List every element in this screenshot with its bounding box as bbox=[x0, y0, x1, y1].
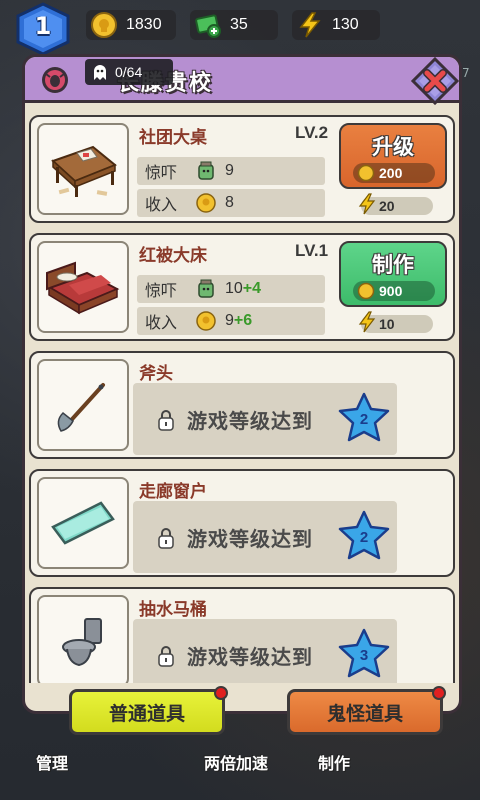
energy-cost: 20 bbox=[358, 193, 433, 215]
lightning-icon bbox=[358, 193, 376, 215]
upgrade-cost: 200 bbox=[379, 165, 403, 181]
locked-requirement: 游戏等级达到 2 bbox=[133, 501, 397, 573]
income-value: 8 bbox=[225, 194, 234, 211]
star-level-icon: 2 bbox=[338, 392, 390, 442]
energy-cost-value: 20 bbox=[379, 198, 395, 214]
income-plus: +6 bbox=[233, 312, 253, 329]
item-name: 抽水马桶 bbox=[139, 600, 207, 620]
ghost-counter: 0/64 bbox=[85, 59, 173, 85]
coin-icon bbox=[91, 12, 117, 38]
energy-cost: 10 bbox=[358, 311, 433, 333]
required-level: 2 bbox=[360, 529, 368, 546]
item-name: 社团大桌 bbox=[139, 128, 207, 148]
notification-dot bbox=[214, 686, 228, 700]
upgrade-label: 升级 bbox=[372, 135, 414, 159]
lock-icon bbox=[158, 646, 174, 667]
make-cost: 900 bbox=[379, 283, 403, 299]
cost-pill: 900 bbox=[353, 281, 435, 301]
list-item: 抽水马桶 游戏等级达到 3 bbox=[29, 587, 455, 683]
item-thumbnail bbox=[37, 123, 129, 215]
nav-craft[interactable]: 制作 bbox=[318, 750, 350, 774]
window-icon bbox=[51, 501, 115, 545]
income-value: 9 bbox=[225, 312, 234, 329]
cash-plus-icon bbox=[195, 14, 221, 38]
fright-stat: 惊吓 10 +4 bbox=[137, 275, 325, 303]
item-thumbnail bbox=[37, 359, 129, 451]
item-name: 斧头 bbox=[139, 364, 173, 384]
item-name: 走廊窗户 bbox=[139, 482, 207, 502]
item-level: LV.1 bbox=[295, 241, 329, 260]
star-level-icon: 3 bbox=[338, 628, 390, 678]
star-level-icon: 2 bbox=[338, 510, 390, 560]
coin-value: 1830 bbox=[126, 16, 162, 33]
item-thumbnail bbox=[37, 241, 129, 333]
fright-jar-icon bbox=[198, 161, 214, 180]
upgrade-button[interactable]: 升级 200 bbox=[339, 123, 447, 189]
fright-plus: +4 bbox=[242, 280, 262, 297]
fright-stat: 惊吓 9 bbox=[137, 157, 325, 185]
locked-text: 游戏等级达到 bbox=[187, 645, 313, 669]
coin-icon bbox=[357, 282, 375, 300]
make-button[interactable]: 制作 900 bbox=[339, 241, 447, 307]
income-stat: 收入 9 +6 bbox=[137, 307, 325, 335]
axe-icon bbox=[57, 383, 105, 432]
energy-counter[interactable]: 130 bbox=[292, 10, 380, 40]
notification-dot bbox=[432, 686, 446, 700]
required-level: 2 bbox=[360, 411, 368, 428]
lock-icon bbox=[158, 528, 174, 549]
list-item: 走廊窗户 游戏等级达到 2 bbox=[29, 469, 455, 577]
fright-jar-icon bbox=[198, 279, 214, 298]
fright-label: 惊吓 bbox=[145, 163, 178, 182]
income-label: 收入 bbox=[145, 313, 178, 332]
coin-icon bbox=[357, 164, 375, 182]
item-list[interactable]: 社团大桌 LV.2 惊吓 9 收入 8 升级 200 20 红被大床 LV.1 … bbox=[29, 113, 455, 683]
desk-icon bbox=[51, 145, 117, 197]
fright-value: 9 bbox=[225, 162, 234, 179]
close-icon bbox=[423, 69, 447, 93]
item-level: LV.2 bbox=[295, 123, 329, 142]
locked-requirement: 游戏等级达到 2 bbox=[133, 383, 397, 455]
locked-requirement: 游戏等级达到 3 bbox=[133, 619, 397, 683]
energy-value: 130 bbox=[332, 16, 359, 33]
energy-cost-value: 10 bbox=[379, 316, 395, 332]
item-thumbnail bbox=[37, 477, 129, 569]
locked-text: 游戏等级达到 bbox=[187, 527, 313, 551]
ghost-icon bbox=[94, 65, 106, 80]
player-level-number: 1 bbox=[34, 12, 52, 40]
lightning-icon bbox=[299, 12, 321, 38]
player-level-badge[interactable]: 1 bbox=[12, 2, 74, 58]
ghost-count-value: 0/64 bbox=[115, 64, 143, 80]
list-item: 红被大床 LV.1 惊吓 10 +4 收入 9 +6 制作 900 10 bbox=[29, 233, 455, 341]
nav-manage[interactable]: 管理 bbox=[36, 750, 68, 774]
make-label: 制作 bbox=[372, 253, 414, 277]
item-name: 红被大床 bbox=[139, 246, 207, 266]
cash-counter[interactable]: 35 bbox=[190, 10, 278, 40]
bed-icon bbox=[46, 261, 120, 315]
item-thumbnail bbox=[37, 595, 129, 683]
coin-icon bbox=[196, 193, 216, 213]
lightning-icon bbox=[358, 311, 376, 333]
cost-pill: 200 bbox=[353, 163, 435, 183]
close-button[interactable] bbox=[411, 57, 459, 105]
locked-text: 游戏等级达到 bbox=[187, 409, 313, 433]
bug-icon bbox=[42, 67, 68, 93]
toilet-icon bbox=[62, 618, 102, 667]
nav-double-speed[interactable]: 两倍加速 bbox=[204, 750, 268, 774]
required-level: 3 bbox=[360, 647, 368, 664]
side-counter: 7 bbox=[462, 66, 470, 80]
fright-value: 10 bbox=[225, 280, 243, 297]
list-item: 斧头 游戏等级达到 2 bbox=[29, 351, 455, 459]
income-label: 收入 bbox=[145, 195, 178, 214]
list-item: 社团大桌 LV.2 惊吓 9 收入 8 升级 200 20 bbox=[29, 115, 455, 223]
cash-value: 35 bbox=[230, 16, 248, 33]
fright-label: 惊吓 bbox=[145, 281, 178, 300]
item-shop-panel: 长滕贵校 0/64 bbox=[22, 54, 462, 735]
income-stat: 收入 8 bbox=[137, 189, 325, 217]
resource-bar: 1 1830 35 130 bbox=[0, 0, 480, 56]
lock-icon bbox=[158, 410, 174, 431]
coin-icon bbox=[196, 311, 216, 331]
coin-counter[interactable]: 1830 bbox=[86, 10, 176, 40]
